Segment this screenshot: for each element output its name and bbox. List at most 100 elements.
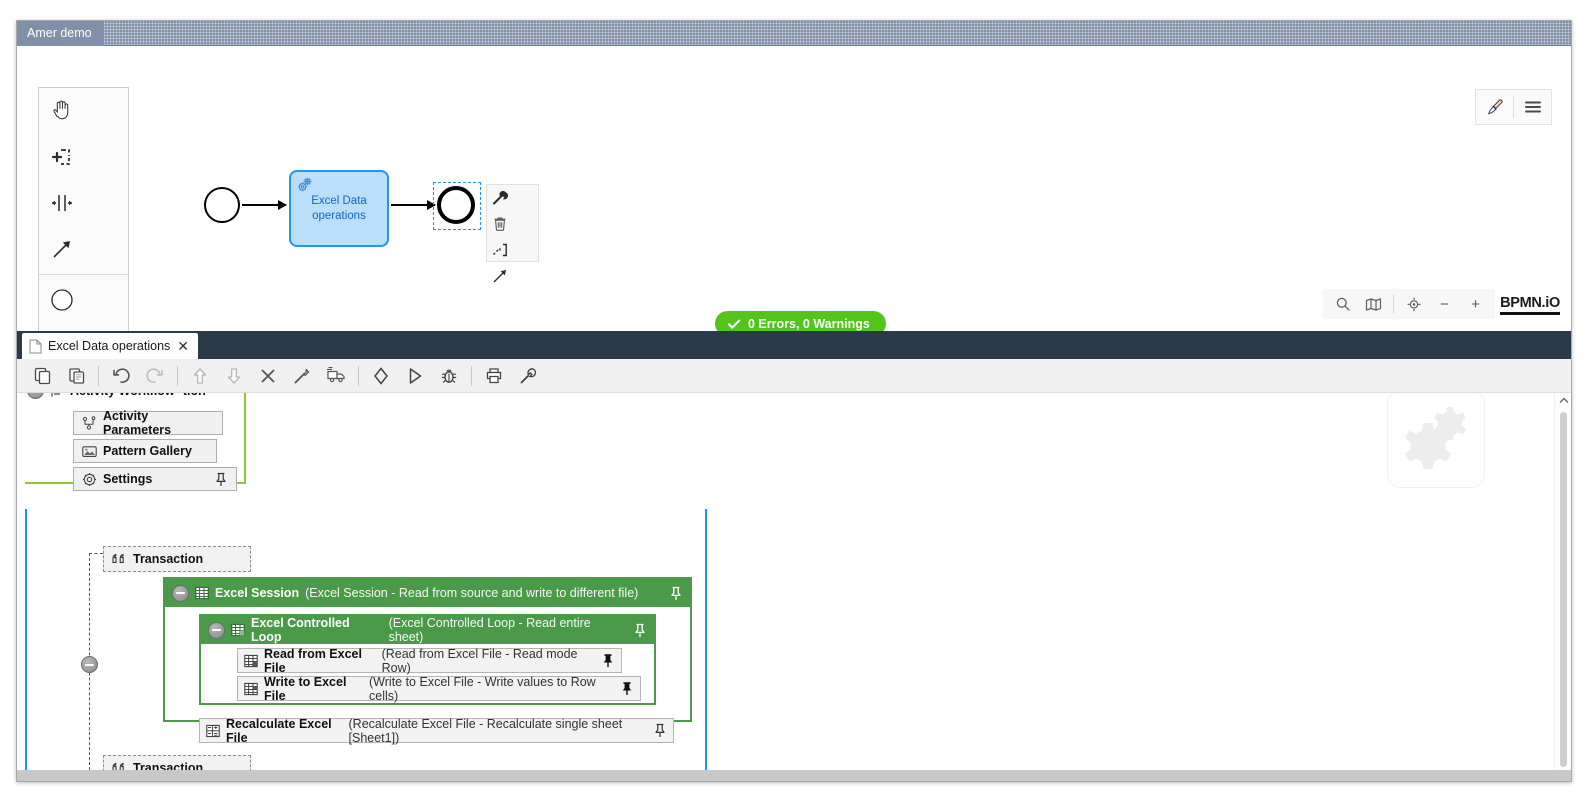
- redo-icon[interactable]: [138, 361, 172, 391]
- bpmn-end-event[interactable]: [437, 186, 475, 224]
- scrollbar-thumb[interactable]: [1560, 412, 1567, 767]
- bpmn-task-excel-data-operations[interactable]: Excel Data operations: [289, 170, 389, 247]
- read-step-description: (Read from Excel File - Read mode Row): [381, 646, 578, 675]
- gallery-icon: [82, 445, 97, 458]
- pin-outline-icon[interactable]: [214, 472, 228, 487]
- canvas-top-tools: [1475, 89, 1552, 125]
- bpmn-canvas[interactable]: Excel Data operations 0 Errors, 0 Warnin…: [17, 46, 1571, 331]
- transaction-begin-label: Transaction: [133, 552, 204, 566]
- gear-icon: [82, 472, 97, 487]
- collapse-icon[interactable]: [27, 393, 44, 399]
- sequence-flow-2[interactable]: [391, 200, 436, 210]
- settings-item[interactable]: Settings: [73, 467, 237, 491]
- write-to-excel-file-step[interactable]: Write to Excel File (Write to Excel File…: [237, 674, 641, 703]
- close-icon[interactable]: ✕: [176, 339, 190, 353]
- palette-lasso-tool-icon[interactable]: [39, 134, 84, 180]
- pin-outline-icon[interactable]: [633, 623, 647, 638]
- excel-controlled-loop-header[interactable]: Excel Controlled Loop (Excel Controlled …: [201, 616, 654, 644]
- bpmn-brand[interactable]: BPMN.iO: [1500, 295, 1560, 315]
- arrow-up-icon[interactable]: [183, 361, 217, 391]
- collapse-icon[interactable]: [172, 584, 189, 602]
- gears-icon: [295, 175, 315, 195]
- recalc-step-name: Recalculate Excel File: [226, 716, 332, 745]
- palette-global-connect-tool-icon[interactable]: [39, 226, 84, 272]
- canvas-zoom-controls: − +: [1323, 289, 1495, 319]
- excel-session-description: (Excel Session - Read from source and wr…: [305, 586, 639, 600]
- palette-start-event-icon[interactable]: [39, 277, 84, 323]
- vertical-scrollbar[interactable]: [1554, 393, 1571, 781]
- settings-label: Settings: [103, 472, 153, 486]
- pin-filled-icon[interactable]: [601, 653, 615, 668]
- append-icon[interactable]: [487, 237, 513, 263]
- palette-hand-tool-icon[interactable]: [39, 88, 84, 134]
- copy-icon[interactable]: [25, 361, 59, 391]
- task-label-line2: operations: [312, 209, 366, 222]
- palette-divider: [39, 274, 128, 275]
- arrow-down-icon[interactable]: [217, 361, 251, 391]
- palette-space-tool-icon[interactable]: [39, 180, 84, 226]
- diamond-icon[interactable]: [364, 361, 398, 391]
- toolbar-divider-2: [177, 365, 178, 386]
- write-step-description: (Write to Excel File - Write values to R…: [369, 674, 596, 703]
- undo-icon[interactable]: [104, 361, 138, 391]
- pin-filled-icon[interactable]: [620, 681, 634, 696]
- activity-workflow-title: Activity Workflow: [70, 393, 175, 398]
- wrench-settings-icon[interactable]: [511, 361, 545, 391]
- wrench-icon[interactable]: [487, 185, 513, 211]
- bug-icon[interactable]: [432, 361, 466, 391]
- excel-controlled-loop-name: Excel Controlled Loop: [251, 616, 350, 644]
- transaction-begin-marker[interactable]: Transaction: [103, 546, 251, 572]
- target-icon[interactable]: [1398, 290, 1429, 318]
- excel-session-header[interactable]: Excel Session (Excel Session - Read from…: [165, 579, 690, 607]
- read-step-name: Read from Excel File: [264, 646, 362, 675]
- bpmn-palette: [38, 87, 129, 331]
- validation-status-text: 0 Errors, 0 Warnings: [748, 316, 870, 331]
- map-icon[interactable]: [1358, 290, 1389, 318]
- printer-icon[interactable]: [477, 361, 511, 391]
- document-icon: [29, 339, 42, 354]
- play-icon[interactable]: [398, 361, 432, 391]
- excel-recalc-icon: [206, 724, 220, 738]
- connect-arrow-icon[interactable]: [487, 263, 513, 289]
- check-icon: [727, 317, 741, 331]
- sequence-flow-1[interactable]: [242, 200, 287, 210]
- transaction-connector-top: [89, 553, 103, 554]
- tab-excel-data-operations[interactable]: Excel Data operations ✕: [22, 333, 199, 359]
- read-from-excel-file-step[interactable]: Read from Excel File (Read from Excel Fi…: [237, 646, 622, 675]
- search-icon[interactable]: [1327, 290, 1358, 318]
- zoom-in-button[interactable]: +: [1460, 290, 1491, 318]
- activity-parameters-item[interactable]: Activity Parameters: [73, 409, 223, 437]
- toolbar-divider-4: [471, 365, 472, 386]
- excel-session-name: Excel Session: [215, 586, 300, 600]
- close-x-icon[interactable]: [251, 361, 285, 391]
- wand-icon[interactable]: [285, 361, 319, 391]
- excel-write-icon: [244, 682, 258, 696]
- scroll-up-icon[interactable]: [1555, 393, 1571, 408]
- workflow-editor-body[interactable]: Workflow Initialization Activity Paramet…: [17, 393, 1571, 781]
- pin-outline-icon[interactable]: [669, 586, 683, 601]
- pin-outline-icon[interactable]: [653, 723, 667, 738]
- palette-end-event-icon[interactable]: [39, 323, 84, 331]
- activity-workflow-header[interactable]: Activity Workflow: [27, 393, 183, 399]
- gears-watermark-icon: [1387, 393, 1485, 488]
- editor-tabbar: Excel Data operations ✕: [17, 331, 1571, 359]
- screenshot-root: Amer demo Excel Data operations 0 Errors…: [0, 0, 1588, 801]
- paintbrush-icon[interactable]: [1476, 90, 1513, 124]
- window-titlebar: Amer demo: [17, 21, 1571, 46]
- collapse-icon[interactable]: [208, 621, 225, 639]
- paste-icon[interactable]: [59, 361, 93, 391]
- transaction-collapse-icon[interactable]: [81, 656, 98, 673]
- list-icon: [50, 393, 64, 398]
- trash-icon[interactable]: [487, 211, 513, 237]
- truck-icon[interactable]: [319, 361, 353, 391]
- context-pad: [486, 184, 539, 283]
- recalc-step-description: (Recalculate Excel File - Recalculate si…: [348, 716, 623, 745]
- bpmn-start-event[interactable]: [204, 187, 240, 223]
- task-label: Excel Data operations: [307, 194, 371, 223]
- recalculate-excel-file-step[interactable]: Recalculate Excel File (Recalculate Exce…: [199, 716, 674, 745]
- pattern-gallery-item[interactable]: Pattern Gallery: [73, 439, 217, 463]
- zoom-out-button[interactable]: −: [1429, 290, 1460, 318]
- zoom-divider: [1393, 295, 1394, 313]
- workflow-toolbar: [17, 359, 1571, 393]
- hamburger-icon[interactable]: [1514, 90, 1551, 124]
